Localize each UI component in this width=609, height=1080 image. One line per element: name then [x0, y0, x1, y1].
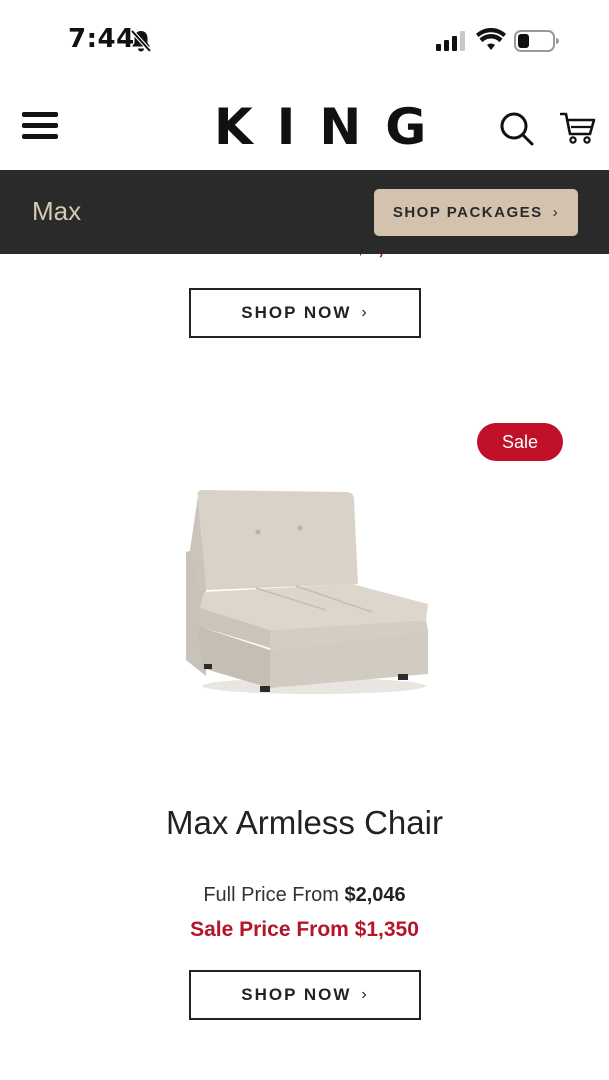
collection-sub-nav: Max SHOP PACKAGES › [0, 170, 609, 254]
chevron-right-icon: › [552, 204, 560, 221]
product-name[interactable]: Max Armless Chair [0, 804, 609, 842]
full-price-label: Full Price From [203, 884, 345, 906]
status-bar: 7:44 [0, 0, 609, 82]
full-price: Full Price From $2,046 [0, 884, 609, 907]
search-icon[interactable] [498, 110, 534, 146]
shop-now-label: SHOP NOW [241, 985, 352, 1004]
wifi-icon [476, 28, 506, 50]
signal-icon [436, 31, 465, 51]
battery-icon [514, 30, 559, 52]
full-price-value: $2,046 [344, 884, 406, 906]
shop-now-button-previous[interactable]: SHOP NOW › [189, 288, 421, 338]
site-header: KING [0, 82, 609, 170]
cart-icon[interactable] [560, 110, 596, 146]
status-time: 7:44 [68, 24, 135, 54]
shop-now-label: SHOP NOW [241, 303, 352, 322]
king-logo[interactable]: KING [196, 100, 426, 154]
chevron-right-icon: › [361, 304, 369, 321]
hamburger-menu-icon[interactable] [22, 112, 58, 142]
sale-badge: Sale [477, 423, 563, 461]
shop-packages-label: SHOP PACKAGES [392, 204, 543, 221]
product-image-armless-chair[interactable] [176, 480, 438, 702]
sale-price: Sale Price From $1,350 [190, 918, 419, 941]
shop-now-button[interactable]: SHOP NOW › [189, 970, 421, 1020]
chevron-right-icon: › [361, 986, 369, 1003]
shop-packages-button[interactable]: SHOP PACKAGES › [374, 189, 578, 236]
bell-off-icon [130, 29, 152, 53]
collection-title: Max [32, 196, 82, 226]
